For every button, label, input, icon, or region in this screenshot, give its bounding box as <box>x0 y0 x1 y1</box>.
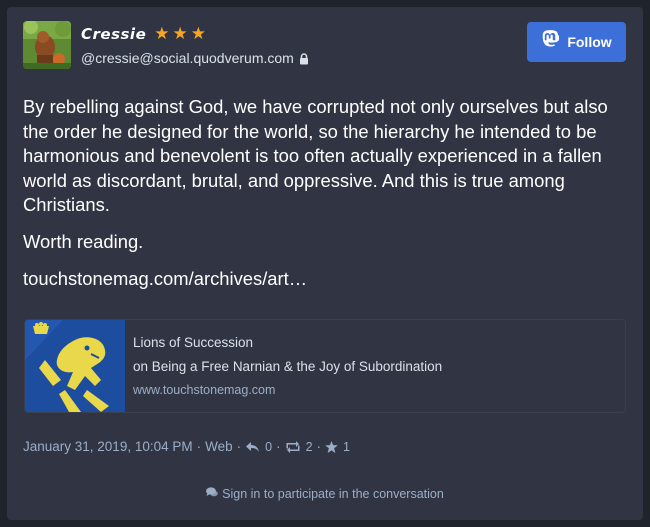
separator: · <box>196 439 202 454</box>
star-icon: ★★★ <box>154 24 209 43</box>
reblog-icon[interactable] <box>285 440 301 453</box>
reply-count: 0 <box>265 439 273 454</box>
link-host: www.touchstonemag.com <box>133 383 276 397</box>
separator: · <box>316 439 322 454</box>
status-card: 𝘾𝙧𝙚𝙨𝙨𝙞𝙚 ★★★ @cressie@social.quodverum.co… <box>7 7 643 520</box>
avatar[interactable] <box>23 21 71 69</box>
display-name[interactable]: 𝘾𝙧𝙚𝙨𝙨𝙞𝙚 <box>81 25 146 43</box>
application: Web <box>205 439 233 454</box>
status-paragraph: Worth reading. <box>23 230 144 252</box>
account-header[interactable]: 𝘾𝙧𝙚𝙨𝙨𝙞𝙚 ★★★ @cressie@social.quodverum.co… <box>23 21 309 69</box>
link-thumbnail <box>25 320 125 412</box>
follow-label: Follow <box>567 34 612 50</box>
reply-icon[interactable] <box>245 441 260 453</box>
star-icon[interactable] <box>325 440 338 453</box>
timestamp[interactable]: January 31, 2019, 10:04 PM <box>23 439 193 454</box>
link-preview-card[interactable]: Lions of Succession on Being a Free Narn… <box>24 319 626 413</box>
separator: · <box>236 439 242 454</box>
mastodon-icon <box>541 30 560 54</box>
follow-button[interactable]: Follow <box>527 22 626 62</box>
lock-icon <box>299 52 309 65</box>
account-handle[interactable]: @cressie@social.quodverum.com <box>81 50 294 66</box>
status-link[interactable]: touchstonemag.com/archives/art… <box>23 267 627 292</box>
status-paragraph: By rebelling against God, we have corrup… <box>23 96 608 216</box>
status-content: By rebelling against God, we have corrup… <box>23 95 627 303</box>
favourite-count: 1 <box>343 439 350 454</box>
status-meta: January 31, 2019, 10:04 PM · Web · 0 · 2… <box>23 439 350 454</box>
link-title: Lions of Succession <box>133 335 254 350</box>
signin-link[interactable]: Sign in to participate in the conversati… <box>7 487 643 501</box>
comments-icon <box>206 487 218 501</box>
reblog-count: 2 <box>305 439 313 454</box>
signin-text[interactable]: Sign in to participate in the conversati… <box>222 487 444 501</box>
link-description: on Being a Free Narnian & the Joy of Sub… <box>133 359 443 374</box>
separator: · <box>276 439 281 454</box>
